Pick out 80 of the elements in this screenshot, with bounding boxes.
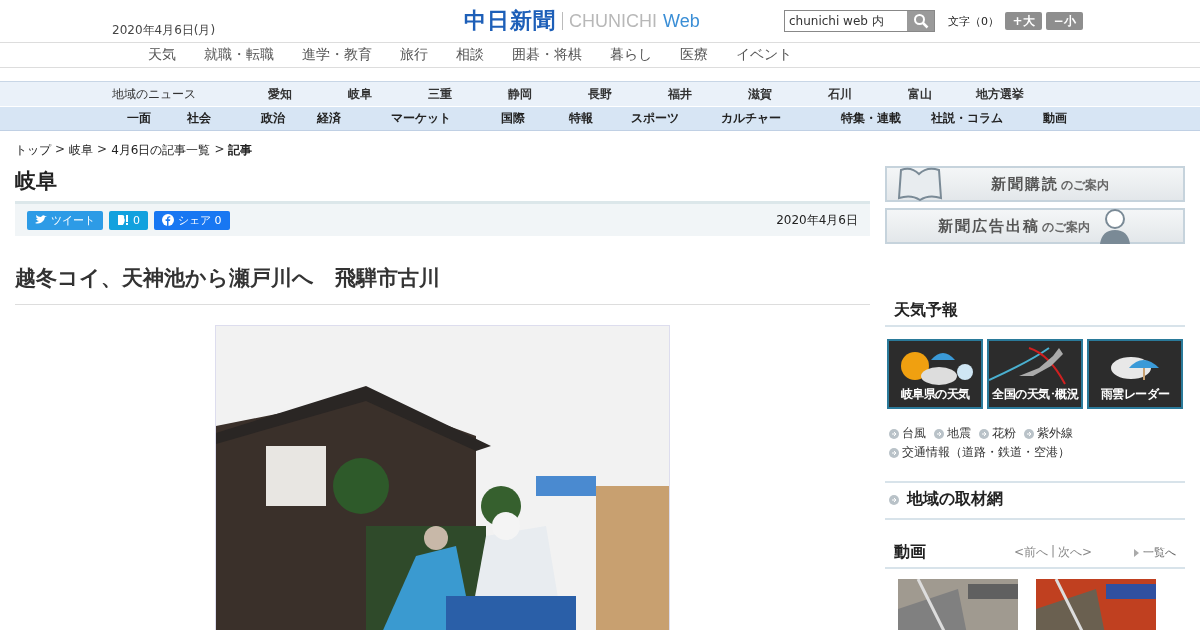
facebook-icon	[162, 214, 174, 226]
region-label: 地域のニュース	[112, 85, 197, 103]
breadcrumb-separator: >	[214, 142, 225, 158]
arrow-icon	[889, 428, 899, 439]
nav-link[interactable]: 就職・転職	[204, 46, 274, 64]
breadcrumb-link[interactable]: 記事	[228, 142, 253, 159]
breadcrumb-link[interactable]: トップ	[15, 142, 51, 159]
article-date: 2020年4月6日	[776, 211, 858, 229]
breadcrumb-link[interactable]: 4月6日の記事一覧	[111, 142, 211, 159]
prev-link[interactable]: <前へ	[1014, 544, 1049, 561]
category-link[interactable]: 特集・連載	[826, 110, 916, 127]
category-link[interactable]: 国際	[486, 110, 554, 127]
arrow-icon	[934, 428, 944, 439]
nav-link[interactable]: 暮らし	[610, 46, 652, 64]
category-link[interactable]: スポーツ	[616, 110, 706, 127]
bird-icon	[35, 215, 47, 225]
weather-tile[interactable]: 雨雲レーダー	[1087, 339, 1183, 409]
link-divider: |	[1051, 544, 1056, 560]
nav-link[interactable]: 囲碁・将棋	[512, 46, 582, 64]
weather-link[interactable]: 交通情報（道路・鉄道・空港）	[889, 444, 1070, 461]
nav-link[interactable]: イベント	[736, 46, 792, 64]
weather-tile[interactable]: 全国の天気･概況	[987, 339, 1083, 409]
category-link[interactable]: マーケット	[376, 110, 486, 127]
search-button[interactable]	[907, 11, 934, 31]
search-field[interactable]: chunichi web 内	[784, 10, 935, 32]
bookmark-icon	[117, 214, 129, 226]
breadcrumb-separator: >	[55, 142, 66, 158]
arrow-icon	[889, 494, 899, 505]
breadcrumb-link[interactable]: 岐阜	[69, 142, 94, 159]
category-link[interactable]: 特報	[554, 110, 616, 127]
category-link[interactable]: 経済	[302, 110, 376, 127]
article-title: 越冬コイ、天神池から瀬戸川へ 飛騨市古川	[15, 264, 870, 305]
category-link[interactable]: カルチャー	[706, 110, 826, 127]
weather-link[interactable]: 台風	[889, 425, 926, 442]
weather-link[interactable]: 地震	[934, 425, 971, 442]
region-link[interactable]: 岐阜	[320, 85, 400, 103]
weather-tile[interactable]: 岐阜県の天気	[887, 339, 983, 409]
next-link[interactable]: 次へ>	[1058, 544, 1093, 561]
weather-link[interactable]: 紫外線	[1024, 425, 1073, 442]
region-link[interactable]: 愛知	[240, 85, 320, 103]
nav-link[interactable]: 医療	[680, 46, 708, 64]
share-button[interactable]: シェア 0	[154, 210, 230, 230]
nav-link[interactable]: 相談	[456, 46, 484, 64]
nav-link[interactable]: 進学・教育	[302, 46, 372, 64]
network-link[interactable]: 地域の取材網	[885, 481, 1185, 520]
arrow-icon	[1024, 428, 1034, 439]
nav-link[interactable]: 旅行	[400, 46, 428, 64]
category-link[interactable]: 社会	[172, 110, 246, 127]
region-link[interactable]: 富山	[880, 85, 960, 103]
region-link[interactable]: 長野	[560, 85, 640, 103]
region-link[interactable]: 福井	[640, 85, 720, 103]
triangle-icon	[1134, 548, 1139, 557]
banner-link[interactable]: 新聞購読 のご案内	[885, 166, 1185, 202]
region-link[interactable]: 石川	[800, 85, 880, 103]
region-link[interactable]: 滋賀	[720, 85, 800, 103]
region-link[interactable]: 地方選挙	[960, 85, 1040, 103]
category-link[interactable]: 動画	[1028, 110, 1098, 127]
category-link[interactable]: 一面	[112, 110, 172, 127]
person-icon	[1098, 208, 1132, 244]
region-link[interactable]: 静岡	[480, 85, 560, 103]
weather-heading: 天気予報	[885, 300, 1185, 327]
nav-link[interactable]: 天気	[148, 46, 176, 64]
weather-link[interactable]: 花粉	[979, 425, 1016, 442]
list-link[interactable]: 一覧へ	[1134, 545, 1176, 560]
arrow-icon	[889, 447, 899, 458]
font-size-label: 文字（0）	[948, 13, 999, 29]
category-link[interactable]: 社説・コラム	[916, 110, 1028, 127]
logo-web-text: Web	[663, 10, 700, 32]
video-heading: 動画	[894, 542, 927, 563]
date-text: 2020年4月6日(月)	[112, 21, 217, 39]
book-icon	[897, 166, 943, 202]
region-link[interactable]: 三重	[400, 85, 480, 103]
logo-text[interactable]: 中日新聞	[464, 6, 556, 36]
section-title: 岐阜	[15, 168, 58, 195]
search-icon	[912, 13, 929, 29]
banner-link[interactable]: 新聞広告出稿 のご案内	[885, 208, 1185, 244]
logo-latin-text: CHUNICHI	[569, 10, 657, 32]
category-link[interactable]: 政治	[246, 110, 302, 127]
arrow-icon	[979, 428, 989, 439]
breadcrumb-separator: >	[97, 142, 108, 158]
